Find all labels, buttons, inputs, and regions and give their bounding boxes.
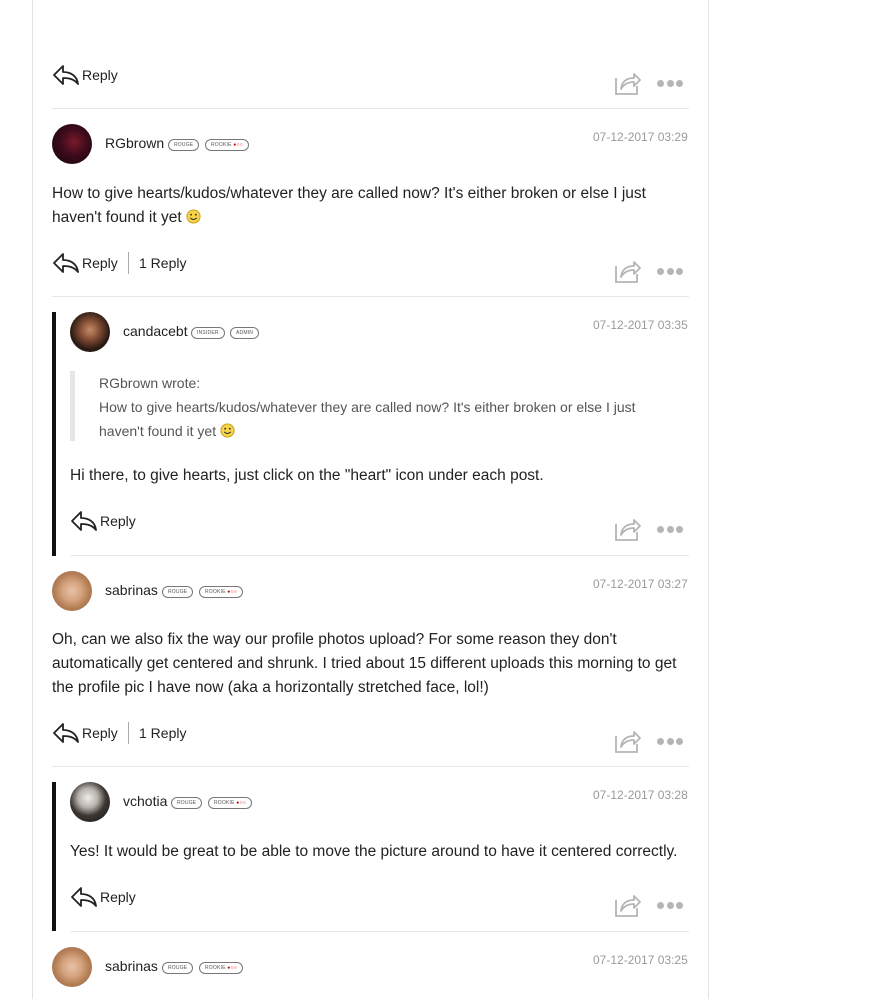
username[interactable]: RGbrown [105,135,164,151]
more-options-icon[interactable] [657,79,683,87]
share-icon[interactable] [613,727,641,755]
post-body: Oh, can we also fix the way our profile … [52,631,677,696]
username[interactable]: sabrinas [105,958,158,974]
reply-arrow-icon [53,253,79,273]
avatar[interactable] [70,782,110,822]
rank-badge: ROOKIE ●○○ [208,797,252,809]
thread-indicator [52,312,56,556]
separator [128,252,129,274]
reply-button[interactable]: Reply [70,510,136,532]
separator [128,722,129,744]
smiley-emoji-icon [220,423,235,438]
more-options-icon[interactable] [657,901,683,909]
post-date: 07-12-2017 03:27 [593,577,688,591]
avatar[interactable] [52,947,92,987]
reply-button[interactable]: Reply [52,64,118,86]
quote-author: RGbrown wrote: [99,375,201,391]
post-body: Hi there, to give hearts, just click on … [70,467,544,484]
username[interactable]: vchotia [123,793,167,809]
post-body: How to give hearts/kudos/whatever they a… [52,185,646,226]
post-divider [52,296,689,297]
post-divider [70,555,689,556]
reply-label: Reply [82,255,118,271]
post-date: 07-12-2017 03:35 [593,318,688,332]
reply-count-link[interactable]: 1 Reply [139,255,186,271]
reply-arrow-icon [71,511,97,531]
more-options-icon[interactable] [657,737,683,745]
post-divider [70,931,689,932]
post-divider [52,108,689,109]
post-date: 07-12-2017 03:29 [593,130,688,144]
more-options-icon[interactable] [657,525,683,533]
reply-label: Reply [82,67,118,83]
rank-badge: ROUGE [162,586,194,598]
rank-badge: ROUGE [162,962,194,974]
rank-badge: ROUGE [168,139,200,151]
reply-button[interactable]: Reply [52,252,118,274]
quote-body: How to give hearts/kudos/whatever they a… [99,399,636,439]
reply-label: Reply [82,725,118,741]
rank-badge: ROOKIE ●○○ [205,139,249,151]
post-body: Yes! It would be great to be able to mov… [70,843,678,860]
rank-badge: ADMIN [230,327,260,339]
avatar[interactable] [70,312,110,352]
reply-arrow-icon [53,65,79,85]
post-date: 07-12-2017 03:28 [593,788,688,802]
reply-button[interactable]: Reply [52,722,118,744]
post-divider [52,766,689,767]
reply-label: Reply [100,889,136,905]
username[interactable]: candacebt [123,323,188,339]
share-icon[interactable] [613,515,641,543]
rank-badge: ROOKIE ●○○ [199,586,243,598]
avatar[interactable] [52,571,92,611]
more-options-icon[interactable] [657,267,683,275]
reply-arrow-icon [71,887,97,907]
reply-arrow-icon [53,723,79,743]
share-icon[interactable] [613,891,641,919]
post-date: 07-12-2017 03:25 [593,953,688,967]
reply-button[interactable]: Reply [70,886,136,908]
smiley-emoji-icon [186,209,201,224]
share-icon[interactable] [613,69,641,97]
rank-badge: ROUGE [171,797,203,809]
reply-count-link[interactable]: 1 Reply [139,725,186,741]
thread-indicator [52,782,56,931]
rank-badge: ROOKIE ●○○ [199,962,243,974]
share-icon[interactable] [613,257,641,285]
username[interactable]: sabrinas [105,582,158,598]
reply-label: Reply [100,513,136,529]
avatar[interactable] [52,124,92,164]
quote-indicator [70,371,75,441]
rank-badge: INSIDER [191,327,225,339]
